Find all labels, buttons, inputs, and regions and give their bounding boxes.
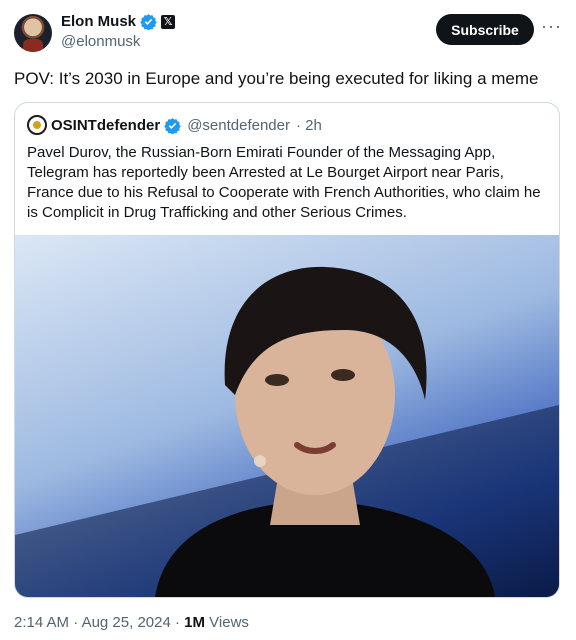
- tweet-date[interactable]: Aug 25, 2024: [82, 614, 171, 631]
- quoted-avatar[interactable]: [27, 115, 47, 135]
- quoted-timestamp[interactable]: · 2h: [296, 117, 322, 134]
- tweet-text: POV: It’s 2030 in Europe and you’re bein…: [14, 69, 539, 88]
- more-options-icon[interactable]: ···: [541, 16, 562, 37]
- subscribe-button[interactable]: Subscribe: [436, 14, 534, 45]
- quoted-text: Pavel Durov, the Russian-Born Emirati Fo…: [27, 144, 541, 221]
- quoted-header: OSINTdefender @sentdefender · 2h: [27, 115, 322, 135]
- quoted-author-handle[interactable]: @sentdefender: [187, 117, 290, 134]
- quoted-verified-badge-icon: [164, 117, 181, 134]
- quoted-author-name[interactable]: OSINTdefender: [51, 117, 160, 134]
- verified-badge-icon: [140, 14, 157, 30]
- quoted-tweet[interactable]: OSINTdefender @sentdefender · 2h Pavel D…: [14, 102, 560, 598]
- tweet-time[interactable]: 2:14 AM: [14, 614, 69, 631]
- author-handle[interactable]: @elonmusk: [61, 33, 140, 50]
- meta-separator: ·: [174, 614, 185, 631]
- tweet-header: Elon Musk 𝕏 @elonmusk Subscribe ···: [14, 12, 562, 56]
- meta-separator: ·: [73, 614, 82, 631]
- author-name[interactable]: Elon Musk: [61, 13, 136, 30]
- portrait-illustration: [15, 266, 559, 597]
- author-name-row: Elon Musk 𝕏: [61, 13, 176, 30]
- views-count: 1M: [184, 614, 205, 631]
- quoted-media-image[interactable]: [15, 235, 559, 597]
- views-label: Views: [209, 614, 249, 631]
- author-avatar[interactable]: [14, 14, 52, 52]
- x-affiliate-icon: 𝕏: [161, 14, 176, 29]
- tweet-meta: 2:14 AM · Aug 25, 2024 · 1M Views: [14, 614, 249, 631]
